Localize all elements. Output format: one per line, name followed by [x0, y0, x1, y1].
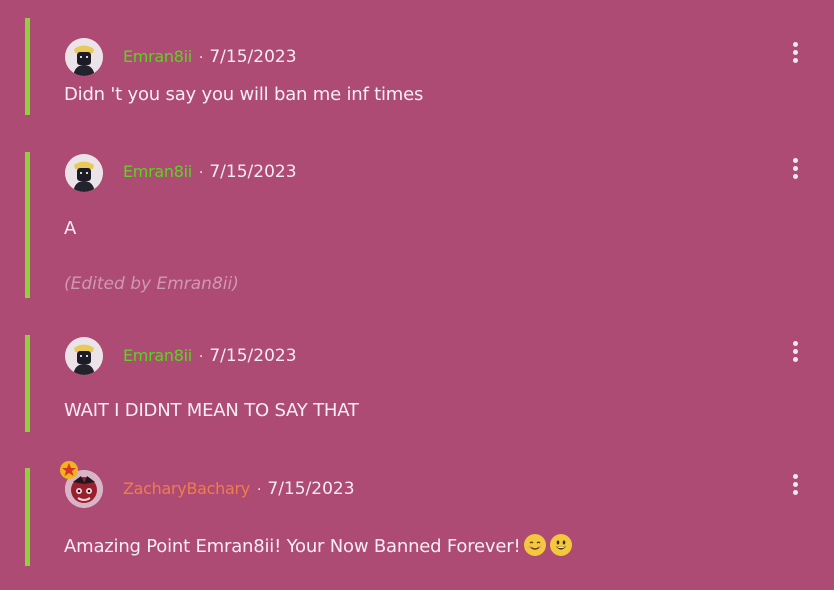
header-separator: ·: [198, 165, 204, 181]
username-link[interactable]: Emran8ii: [123, 47, 192, 66]
dark-figure-avatar-icon: [65, 38, 103, 76]
avatar[interactable]: [65, 154, 103, 192]
comment-date: 7/15/2023: [209, 346, 297, 366]
avatar[interactable]: [65, 38, 103, 76]
header-separator: ·: [198, 349, 204, 365]
comment-item: Emran8ii · 7/15/2023 A (Edited by Emran8ii…: [0, 152, 834, 298]
dark-figure-avatar-icon: [65, 337, 103, 375]
comment-item: ZacharyBachary · 7/15/2023 Amazing Point E…: [0, 461, 834, 566]
username-link[interactable]: ZacharyBachary: [123, 479, 250, 498]
comment-header: ZacharyBachary · 7/15/2023: [123, 477, 355, 501]
more-vertical-icon[interactable]: [786, 154, 806, 182]
comment-date: 7/15/2023: [209, 47, 297, 67]
more-vertical-icon[interactable]: [786, 470, 806, 498]
comment-body-text: Amazing Point Emran8ii! Your Now Banned …: [64, 536, 521, 557]
comment-header: Emran8ii · 7/15/2023: [123, 160, 297, 184]
comment-header: Emran8ii · 7/15/2023: [123, 344, 297, 368]
username-link[interactable]: Emran8ii: [123, 346, 192, 365]
comment-body: WAIT I DIDNT MEAN TO SAY THAT: [64, 400, 359, 421]
thread-bar: [25, 468, 30, 566]
comment-item: Emran8ii · 7/15/2023 Didn 't you say you w…: [0, 18, 834, 115]
username-link[interactable]: Emran8ii: [123, 162, 192, 181]
comment-body: Amazing Point Emran8ii! Your Now Banned …: [64, 534, 573, 557]
more-vertical-icon[interactable]: [786, 337, 806, 365]
grinning-face-emoji-icon: [550, 534, 573, 556]
thread-bar: [25, 152, 30, 298]
smiling-face-emoji-icon: [524, 534, 547, 556]
edited-note: (Edited by Emran8ii): [64, 274, 239, 294]
comment-date: 7/15/2023: [267, 479, 355, 499]
header-separator: ·: [198, 50, 204, 66]
comment-body: A: [64, 218, 77, 239]
header-separator: ·: [256, 482, 262, 498]
thread-bar: [25, 335, 30, 432]
more-vertical-icon[interactable]: [786, 38, 806, 66]
comment-feed: Emran8ii · 7/15/2023 Didn 't you say you w…: [0, 0, 834, 590]
comment-header: Emran8ii · 7/15/2023: [123, 45, 297, 69]
dark-figure-avatar-icon: [65, 154, 103, 192]
comment-item: Emran8ii · 7/15/2023 WAIT I DIDNT MEAN TO …: [0, 335, 834, 432]
comment-date: 7/15/2023: [209, 162, 297, 182]
star-badge-icon: [60, 461, 78, 479]
thread-bar: [25, 18, 30, 115]
avatar[interactable]: [65, 337, 103, 375]
comment-body: Didn 't you say you will ban me inf time…: [64, 84, 424, 105]
